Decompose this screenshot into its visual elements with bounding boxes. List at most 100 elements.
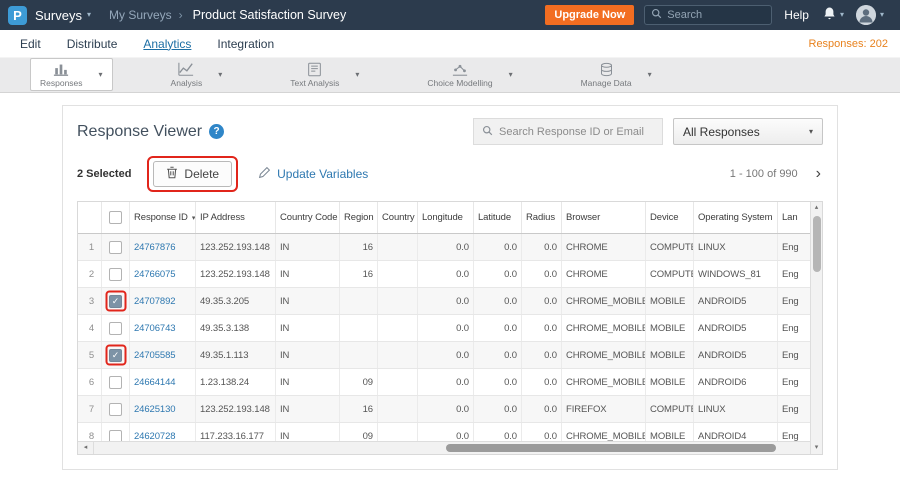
column-header-country[interactable]: Country [378,202,418,233]
notifications-menu[interactable]: ▾ [823,6,844,25]
column-header-response-id[interactable]: Response ID ▾ [130,202,196,233]
row-checkbox[interactable]: ✓ [109,294,122,308]
global-search[interactable] [644,5,773,25]
topbar: P Surveys ▾ My Surveys › Product Satisfa… [0,0,900,30]
toolbar-item-responses[interactable]: Responses ▾ [30,58,113,91]
row-checkbox[interactable]: ✓ [109,348,122,362]
global-search-input[interactable] [667,9,766,21]
table-cell: 0.0 [522,234,562,260]
row-checkbox[interactable] [109,321,122,335]
chevron-down-icon[interactable]: ▾ [509,70,513,79]
table-cell: 123.252.193.148 [196,234,276,260]
select-all-checkbox[interactable] [109,211,122,224]
response-id-link[interactable]: 24664144 [130,369,196,395]
column-header-operating-system[interactable]: Operating System [694,202,778,233]
scroll-down-icon[interactable]: ▾ [815,442,819,454]
account-menu[interactable]: ▾ [855,5,884,25]
tab-distribute[interactable]: Distribute [67,37,118,51]
scroll-left-icon[interactable]: ◂ [78,442,94,454]
column-header-browser[interactable]: Browser [562,202,646,233]
pencil-icon [258,166,271,182]
toolbar-item-text-analysis[interactable]: Text Analysis ▾ [280,58,369,91]
toolbar-item-label: Manage Data [580,78,632,88]
help-link[interactable]: Help [784,8,809,22]
table-cell: MOBILE [646,342,694,368]
table-cell: MOBILE [646,315,694,341]
app-logo-icon[interactable]: P [8,5,27,25]
response-id-link[interactable]: 24706743 [130,315,196,341]
table-cell: ANDROID6 [694,369,778,395]
table-cell: ANDROID5 [694,342,778,368]
tab-edit[interactable]: Edit [20,37,41,51]
next-page-button[interactable]: › [814,166,823,182]
table-row: 2 24766075 123.252.193.148 IN 16 0.0 0.0 0.0 CHR… [78,261,811,288]
vertical-scroll-thumb[interactable] [812,216,821,272]
horizontal-scrollbar[interactable]: ◂ [78,441,811,454]
response-id-link[interactable]: 24767876 [130,234,196,260]
table-cell: LINUX [694,396,778,422]
column-header-lan[interactable]: Lan [778,202,811,233]
response-search-input[interactable] [499,125,654,138]
table-cell: ANDROID5 [694,288,778,314]
surveys-menu[interactable]: Surveys ▾ [35,8,91,23]
table-cell: 123.252.193.148 [196,396,276,422]
column-header-radius[interactable]: Radius [522,202,562,233]
row-checkbox[interactable] [109,267,122,281]
chevron-down-icon[interactable]: ▾ [99,70,103,79]
column-header-latitude[interactable]: Latitude [474,202,522,233]
table-cell: 0.0 [418,288,474,314]
response-search[interactable] [473,118,663,145]
tab-integration[interactable]: Integration [217,37,274,51]
toolbar-item-manage-data[interactable]: Manage Data ▾ [571,58,662,91]
table-cell: 49.35.1.113 [196,342,276,368]
sort-caret-icon[interactable]: ▾ [192,214,195,222]
text-analysis-icon [307,61,322,77]
table-row: 6 24664144 1.23.138.24 IN 09 0.0 0.0 0.0 CHROME_… [78,369,811,396]
row-checkbox-cell [102,234,130,260]
table-cell [378,369,418,395]
column-header-region[interactable]: Region [340,202,378,233]
toolbar-item-analysis[interactable]: Analysis ▾ [161,58,233,91]
row-checkbox[interactable] [109,375,122,389]
toolbar-item-choice-modelling[interactable]: Choice Modelling ▾ [417,58,522,91]
breadcrumb[interactable]: My Surveys › [109,8,183,22]
column-header-country-code[interactable]: Country Code [276,202,340,233]
table-cell: CHROME [562,234,646,260]
table-cell: 0.0 [474,315,522,341]
vertical-scrollbar[interactable]: ▴ ▾ [810,202,822,454]
column-header-ip-address[interactable]: IP Address [196,202,276,233]
tab-analytics[interactable]: Analytics [143,37,191,51]
update-variables-link[interactable]: Update Variables [258,166,368,182]
delete-button[interactable]: Delete [153,161,233,187]
upgrade-now-button[interactable]: Upgrade Now [545,5,635,25]
panel-header-right: All Responses ▾ [473,118,823,145]
row-checkbox-cell [102,315,130,341]
scroll-up-icon[interactable]: ▴ [815,202,819,214]
table-cell: CHROME [562,261,646,287]
bell-icon [823,6,836,25]
row-checkbox-cell [102,369,130,395]
table-cell: 0.0 [522,288,562,314]
row-checkbox[interactable] [109,402,122,416]
row-number-cell: 2 [78,261,102,287]
table-cell: Eng [778,396,811,422]
row-checkbox-cell: ✓ [102,288,130,314]
response-id-link[interactable]: 24705585 [130,342,196,368]
row-checkbox[interactable] [109,240,122,254]
table-cell: 16 [340,234,378,260]
chevron-down-icon[interactable]: ▾ [648,70,652,79]
table-row: 5 ✓ 24705585 49.35.1.113 IN 0.0 0.0 0.0 CHROME_M… [78,342,811,369]
chevron-down-icon[interactable]: ▾ [218,70,222,79]
column-header-device[interactable]: Device [646,202,694,233]
table-cell: 0.0 [522,315,562,341]
responses-filter-dropdown[interactable]: All Responses ▾ [673,118,823,145]
horizontal-scroll-thumb[interactable] [446,444,776,452]
response-id-link[interactable]: 24707892 [130,288,196,314]
help-icon[interactable]: ? [209,124,225,139]
chevron-down-icon[interactable]: ▾ [355,70,359,79]
response-id-link[interactable]: 24766075 [130,261,196,287]
table-cell: 0.0 [522,261,562,287]
column-header-longitude[interactable]: Longitude [418,202,474,233]
breadcrumb-my-surveys[interactable]: My Surveys [109,8,172,22]
response-id-link[interactable]: 24625130 [130,396,196,422]
